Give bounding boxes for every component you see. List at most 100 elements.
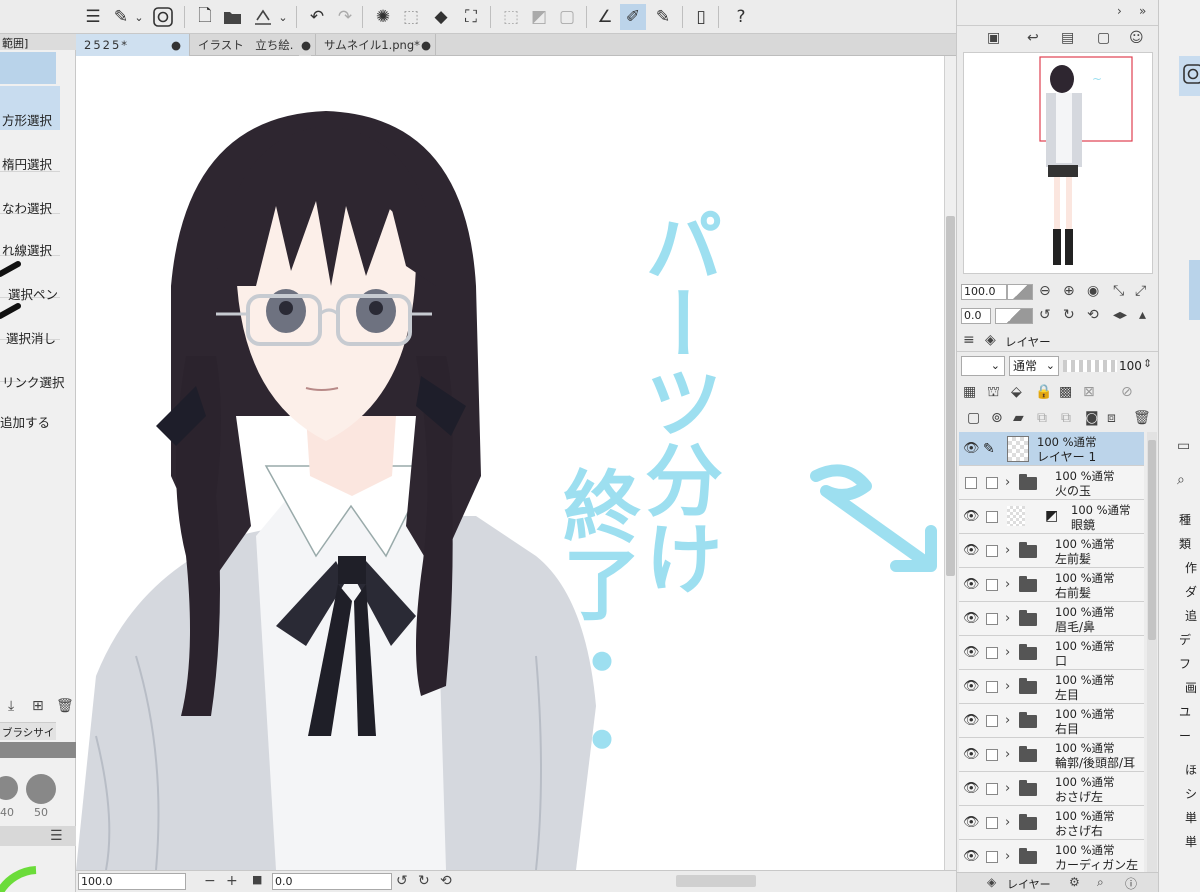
tool-link-select[interactable]: リンク選択 [0,340,65,390]
layer-checkbox[interactable] [986,851,998,863]
layer-checkbox[interactable] [986,545,998,557]
layer-row[interactable]: 👁 › 100 %通常 左目 [959,670,1144,704]
layer-checkbox[interactable] [986,783,998,795]
select-all-icon[interactable]: ⬚ [398,4,424,30]
chevron-right-icon[interactable]: › [1005,577,1010,592]
chevron-right-icon[interactable]: › [1005,815,1010,830]
eye-icon[interactable]: 👁 [963,850,980,864]
phone-icon[interactable]: ▯ [688,4,714,30]
eye-icon[interactable]: 👁 [963,646,980,660]
doc-tab-illust[interactable]: イラスト 立ち絵. ● [190,34,316,56]
help-icon[interactable]: ? [728,4,754,30]
layer-row[interactable]: 👁 ✎ 100 %通常 レイヤー 1 [959,432,1144,466]
close-icon[interactable]: ● [171,34,181,56]
chevron-down-icon[interactable]: ⌄ [132,4,146,30]
brush-size-50[interactable]: 50 [26,772,58,819]
layer-checkbox[interactable] [986,817,998,829]
layer-checkbox[interactable] [986,511,998,523]
flip-vertical-icon[interactable]: ▴ [1139,307,1146,323]
add-icon[interactable]: ⊞ [32,698,44,714]
layer-tab-label[interactable]: レイヤー [1005,334,1051,350]
chevron-right-icon[interactable]: › [1005,475,1010,490]
layer-row[interactable]: 👁 › 100 %通常 おさげ右 [959,806,1144,840]
visibility-checkbox[interactable] [965,477,977,489]
brush-size-tab[interactable]: ブラシサイズ [0,722,56,754]
info-icon[interactable]: ⓘ [1125,875,1137,892]
zoom-in-icon[interactable]: ⊕ [1063,283,1075,299]
layer-row[interactable]: 👁 › 100 %通常 輪郭/後頭部/耳 [959,738,1144,772]
undo-icon[interactable]: ↶ [304,4,330,30]
trash-icon[interactable]: 🗑 [56,698,74,714]
nav-angle-slider[interactable] [995,308,1033,324]
drawing-canvas[interactable]: パーツ分け 終了・・ [76,56,944,870]
ruler-mask-icon[interactable]: ⊘ [1121,384,1133,400]
scroll-thumb[interactable] [1148,440,1156,640]
zoom-out-icon[interactable]: − [204,873,216,889]
reference-icon[interactable]: ⛫ [987,384,1000,402]
layer-footer-tab[interactable]: レイヤー [1007,876,1051,892]
reset-rotation-icon[interactable]: ⟲ [1087,307,1099,323]
flip-horizontal-icon[interactable]: ◂▸ [1113,307,1127,323]
search-icon[interactable]: ⌕ [1177,472,1185,488]
eye-icon[interactable]: 👁 [963,544,980,558]
loading-icon[interactable]: ✺ [370,4,396,30]
nav-zoom-slider[interactable] [1007,284,1033,300]
doc-tab-thumbnail[interactable]: サムネイル1.png* ● [316,34,436,56]
chevron-down-icon[interactable]: ⌄ [276,4,290,30]
layer-checkbox[interactable] [986,715,998,727]
transfer-icon[interactable]: ⧉ [1037,410,1047,426]
layer-checkbox[interactable] [986,579,998,591]
angle-field[interactable]: 0.0 [272,873,392,890]
layer-checkbox[interactable] [986,647,998,659]
double-chevron-icon[interactable]: » [1139,4,1146,18]
layer-row[interactable]: 👁 › 100 %通常 右目 [959,704,1144,738]
eye-icon[interactable]: 👁 [963,442,980,456]
mask-layer-icon[interactable]: ◙ [1085,410,1099,426]
chevron-right-icon[interactable]: › [1005,611,1010,626]
tool-lasso-select[interactable]: なわ選択 [0,172,60,216]
brush-icon[interactable]: ✐ [620,4,646,30]
menu-icon[interactable]: ≡ [963,332,975,348]
layer-checkbox[interactable] [986,749,998,761]
lock-icon[interactable]: 🔒 [1035,384,1052,400]
eye-icon[interactable]: 👁 [963,816,980,830]
fullscreen-icon[interactable]: ⤢ [1135,283,1146,299]
chevron-right-icon[interactable]: › [1005,849,1010,864]
navigator-preview[interactable]: ~ [963,52,1153,274]
canvas-vertical-scrollbar[interactable] [944,56,956,870]
reset-rotation-icon[interactable]: ⟲ [440,873,452,889]
trash-icon[interactable]: 🗑 [1133,410,1151,426]
layer-row[interactable]: 👁 › 100 %通常 口 [959,636,1144,670]
border-icon[interactable]: ▢ [554,4,580,30]
merge-icon[interactable]: ⧉ [1061,410,1071,426]
lock-transparency-icon[interactable]: ▩ [1059,384,1072,400]
layer-scrollbar[interactable] [1147,432,1157,872]
eye-icon[interactable]: 👁 [963,578,980,592]
film-icon[interactable]: ▤ [1061,30,1074,46]
close-icon[interactable]: ● [421,34,431,56]
layer-row[interactable]: › 100 %通常 火の玉 [959,466,1144,500]
scroll-thumb[interactable] [946,216,955,576]
horizontal-scrollbar[interactable] [676,875,756,887]
fit-icon[interactable]: ■ [252,873,262,886]
new-vector-layer-icon[interactable]: ⊚ [991,410,1003,426]
layer-checkbox[interactable] [986,613,998,625]
tool-add[interactable]: 追加する [0,382,60,430]
color-wheel-icon[interactable] [0,852,76,892]
save-icon[interactable] [250,4,276,30]
rotate-left-icon[interactable]: ↺ [396,873,408,889]
redo-icon[interactable]: ↷ [332,4,358,30]
new-file-icon[interactable]: 🗋 [192,4,218,30]
blend-mode-select[interactable]: 通常 ⌄ [1009,356,1059,376]
deselect-icon[interactable]: ⬚ [498,4,524,30]
search-icon[interactable]: ⌕ [1097,875,1104,890]
new-folder-icon[interactable]: ▰ [1013,410,1024,426]
transform-icon[interactable]: ⛶ [458,4,484,30]
tool-ellipse-select[interactable]: 楕円選択 [0,130,60,172]
layer-color-select[interactable]: ⌄ [961,356,1005,376]
select-layer-icon[interactable]: ⬙ [1011,384,1022,400]
eye-icon[interactable]: 👁 [963,714,980,728]
brush-size-40[interactable]: 40 [0,772,20,819]
clip-studio-icon[interactable] [1179,56,1200,96]
nav-angle-field[interactable]: 0.0 [961,308,991,324]
